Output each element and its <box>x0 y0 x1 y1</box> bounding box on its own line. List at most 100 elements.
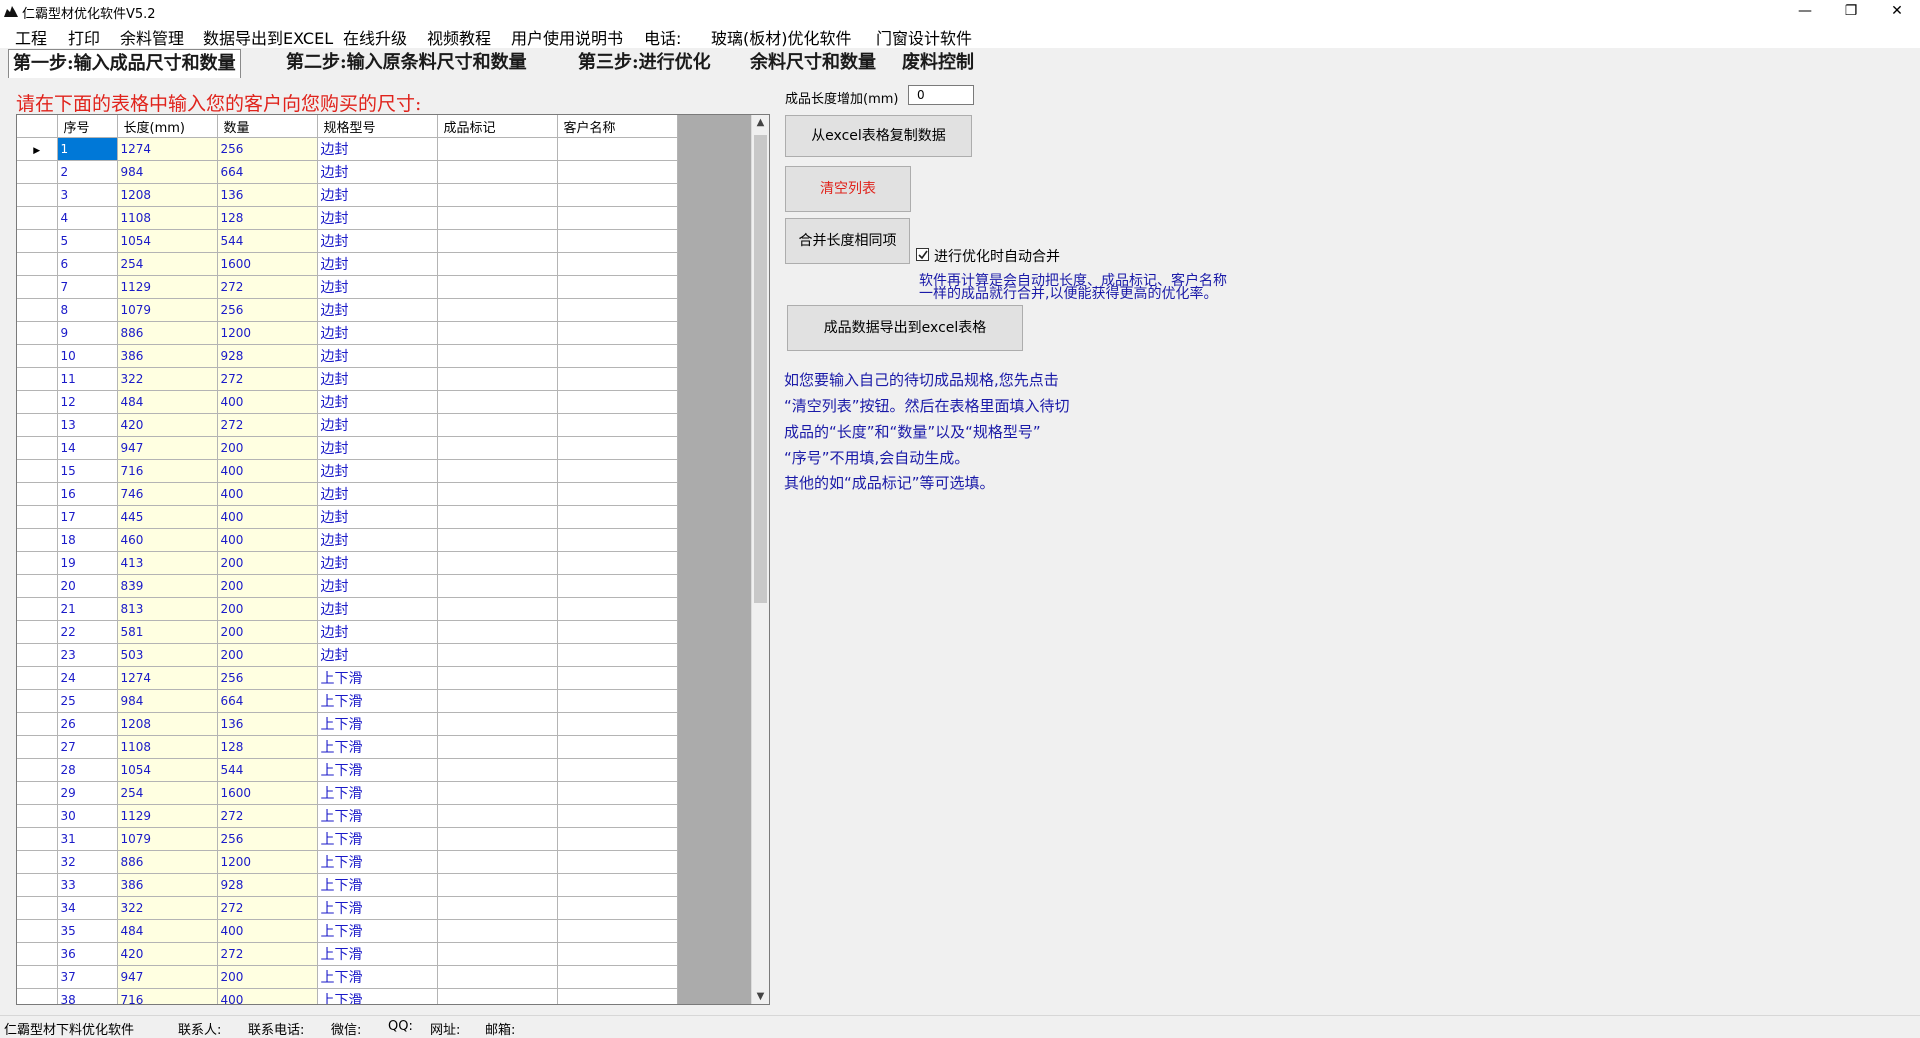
table-row[interactable]: 21 813 200 边封 <box>17 597 678 621</box>
cell-seq[interactable]: 31 <box>57 827 118 851</box>
row-header[interactable] <box>17 965 58 989</box>
cell-spec[interactable]: 边封 <box>317 620 438 644</box>
table-row[interactable]: 30 1129 272 上下滑 <box>17 804 678 828</box>
cell-length[interactable]: 1054 <box>117 229 218 253</box>
cell-spec[interactable]: 边封 <box>317 390 438 414</box>
cell-quantity[interactable]: 664 <box>217 689 318 713</box>
menu-user-manual[interactable]: 用户使用说明书 <box>511 25 623 49</box>
cell-quantity[interactable]: 272 <box>217 896 318 920</box>
menu-online-upgrade[interactable]: 在线升级 <box>343 25 407 49</box>
cell-customer-name[interactable] <box>557 206 678 230</box>
cell-quantity[interactable]: 272 <box>217 942 318 966</box>
cell-length[interactable]: 1274 <box>117 666 218 690</box>
column-header-spec[interactable]: 规格型号 <box>317 115 438 138</box>
cell-customer-name[interactable] <box>557 712 678 736</box>
cell-length[interactable]: 947 <box>117 436 218 460</box>
cell-seq[interactable]: 18 <box>57 528 118 552</box>
cell-product-mark[interactable] <box>437 459 558 483</box>
cell-customer-name[interactable] <box>557 321 678 345</box>
cell-seq[interactable]: 21 <box>57 597 118 621</box>
cell-seq[interactable]: 3 <box>57 183 118 207</box>
tab-step1-finished-sizes[interactable]: 第一步:输入成品尺寸和数量 <box>8 49 241 78</box>
cell-product-mark[interactable] <box>437 505 558 529</box>
table-row[interactable]: 35 484 400 上下滑 <box>17 919 678 943</box>
table-row[interactable]: 25 984 664 上下滑 <box>17 689 678 713</box>
table-row[interactable]: 3 1208 136 边封 <box>17 183 678 207</box>
cell-product-mark[interactable] <box>437 413 558 437</box>
cell-customer-name[interactable] <box>557 988 678 1004</box>
clear-list-button[interactable]: 清空列表 <box>785 166 911 212</box>
cell-quantity[interactable]: 272 <box>217 804 318 828</box>
cell-quantity[interactable]: 400 <box>217 390 318 414</box>
menu-window-door-design[interactable]: 门窗设计软件 <box>876 25 972 49</box>
cell-product-mark[interactable] <box>437 850 558 874</box>
cell-quantity[interactable]: 200 <box>217 574 318 598</box>
cell-length[interactable]: 503 <box>117 643 218 667</box>
cell-seq[interactable]: 30 <box>57 804 118 828</box>
cell-quantity[interactable]: 128 <box>217 735 318 759</box>
cell-quantity[interactable]: 400 <box>217 505 318 529</box>
table-row[interactable]: 8 1079 256 边封 <box>17 298 678 322</box>
cell-customer-name[interactable] <box>557 183 678 207</box>
cell-quantity[interactable]: 1200 <box>217 850 318 874</box>
cell-length[interactable]: 386 <box>117 344 218 368</box>
cell-quantity[interactable]: 272 <box>217 275 318 299</box>
scroll-down-icon[interactable]: ▼ <box>752 991 769 1002</box>
export-to-excel-button[interactable]: 成品数据导出到excel表格 <box>787 305 1023 351</box>
cell-seq[interactable]: 32 <box>57 850 118 874</box>
cell-quantity[interactable]: 272 <box>217 367 318 391</box>
cell-customer-name[interactable] <box>557 137 678 161</box>
cell-seq[interactable]: 8 <box>57 298 118 322</box>
table-row[interactable]: 23 503 200 边封 <box>17 643 678 667</box>
cell-seq[interactable]: 36 <box>57 942 118 966</box>
cell-customer-name[interactable] <box>557 850 678 874</box>
cell-customer-name[interactable] <box>557 298 678 322</box>
table-row[interactable]: 24 1274 256 上下滑 <box>17 666 678 690</box>
row-header[interactable] <box>17 505 58 529</box>
cell-quantity[interactable]: 200 <box>217 551 318 575</box>
grid-vertical-scrollbar[interactable]: ▲ ▼ <box>751 115 769 1004</box>
cell-spec[interactable]: 边封 <box>317 160 438 184</box>
cell-quantity[interactable]: 544 <box>217 758 318 782</box>
merge-same-length-button[interactable]: 合并长度相同项 <box>785 218 910 264</box>
cell-seq[interactable]: 17 <box>57 505 118 529</box>
cell-length[interactable]: 581 <box>117 620 218 644</box>
cell-seq[interactable]: 22 <box>57 620 118 644</box>
table-row[interactable]: 2 984 664 边封 <box>17 160 678 184</box>
scroll-up-icon[interactable]: ▲ <box>752 117 769 128</box>
cell-product-mark[interactable] <box>437 942 558 966</box>
cell-spec[interactable]: 边封 <box>317 344 438 368</box>
cell-spec[interactable]: 边封 <box>317 298 438 322</box>
cell-product-mark[interactable] <box>437 896 558 920</box>
cell-length[interactable]: 445 <box>117 505 218 529</box>
row-header[interactable] <box>17 436 58 460</box>
cell-product-mark[interactable] <box>437 873 558 897</box>
cell-seq[interactable]: 16 <box>57 482 118 506</box>
row-header[interactable] <box>17 758 58 782</box>
cell-quantity[interactable]: 200 <box>217 436 318 460</box>
row-header[interactable] <box>17 712 58 736</box>
cell-quantity[interactable]: 664 <box>217 160 318 184</box>
cell-quantity[interactable]: 200 <box>217 965 318 989</box>
table-row[interactable]: 10 386 928 边封 <box>17 344 678 368</box>
cell-spec[interactable]: 边封 <box>317 137 438 161</box>
cell-length[interactable]: 1208 <box>117 183 218 207</box>
row-header[interactable] <box>17 298 58 322</box>
table-row[interactable]: 7 1129 272 边封 <box>17 275 678 299</box>
tab-waste-control[interactable]: 废料控制 <box>898 49 978 77</box>
cell-length[interactable]: 484 <box>117 919 218 943</box>
cell-length[interactable]: 254 <box>117 781 218 805</box>
cell-product-mark[interactable] <box>437 528 558 552</box>
row-header[interactable] <box>17 689 58 713</box>
cell-seq[interactable]: 37 <box>57 965 118 989</box>
cell-product-mark[interactable] <box>437 275 558 299</box>
cell-length[interactable]: 386 <box>117 873 218 897</box>
row-header[interactable] <box>17 528 58 552</box>
cell-product-mark[interactable] <box>437 160 558 184</box>
row-header[interactable] <box>17 551 58 575</box>
cell-seq[interactable]: 20 <box>57 574 118 598</box>
cell-length[interactable]: 460 <box>117 528 218 552</box>
row-header[interactable] <box>17 666 58 690</box>
table-row[interactable]: 22 581 200 边封 <box>17 620 678 644</box>
table-row[interactable]: 31 1079 256 上下滑 <box>17 827 678 851</box>
